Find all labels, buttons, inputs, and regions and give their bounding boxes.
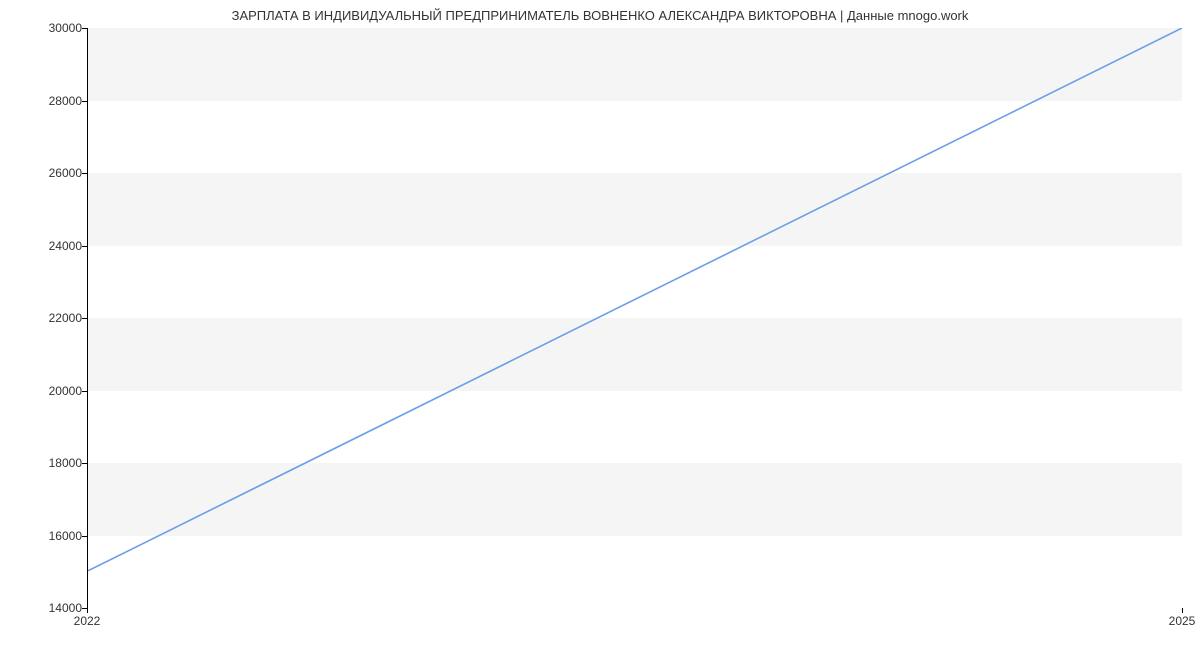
grid-band [88,536,1182,609]
y-tick-mark [82,101,87,102]
y-tick-label: 26000 [49,166,82,180]
x-tick-mark [1182,608,1183,613]
y-tick-mark [82,536,87,537]
x-tick-mark [87,608,88,613]
y-tick-label: 28000 [49,94,82,108]
y-tick-mark [82,28,87,29]
y-tick-label: 16000 [49,529,82,543]
grid-band [88,246,1182,319]
x-tick-label: 2022 [74,614,101,628]
y-tick-mark [82,246,87,247]
y-tick-mark [82,391,87,392]
y-tick-label: 30000 [49,21,82,35]
x-tick-label: 2025 [1169,614,1196,628]
y-tick-mark [82,463,87,464]
y-tick-mark [82,318,87,319]
y-tick-label: 22000 [49,311,82,325]
grid-band [88,391,1182,464]
plot-area [87,28,1182,608]
grid-band [88,101,1182,174]
y-tick-mark [82,173,87,174]
chart-title: ЗАРПЛАТА В ИНДИВИДУАЛЬНЫЙ ПРЕДПРИНИМАТЕЛ… [0,8,1200,23]
y-tick-label: 24000 [49,239,82,253]
y-tick-label: 20000 [49,384,82,398]
y-tick-label: 14000 [49,601,82,615]
y-tick-label: 18000 [49,456,82,470]
